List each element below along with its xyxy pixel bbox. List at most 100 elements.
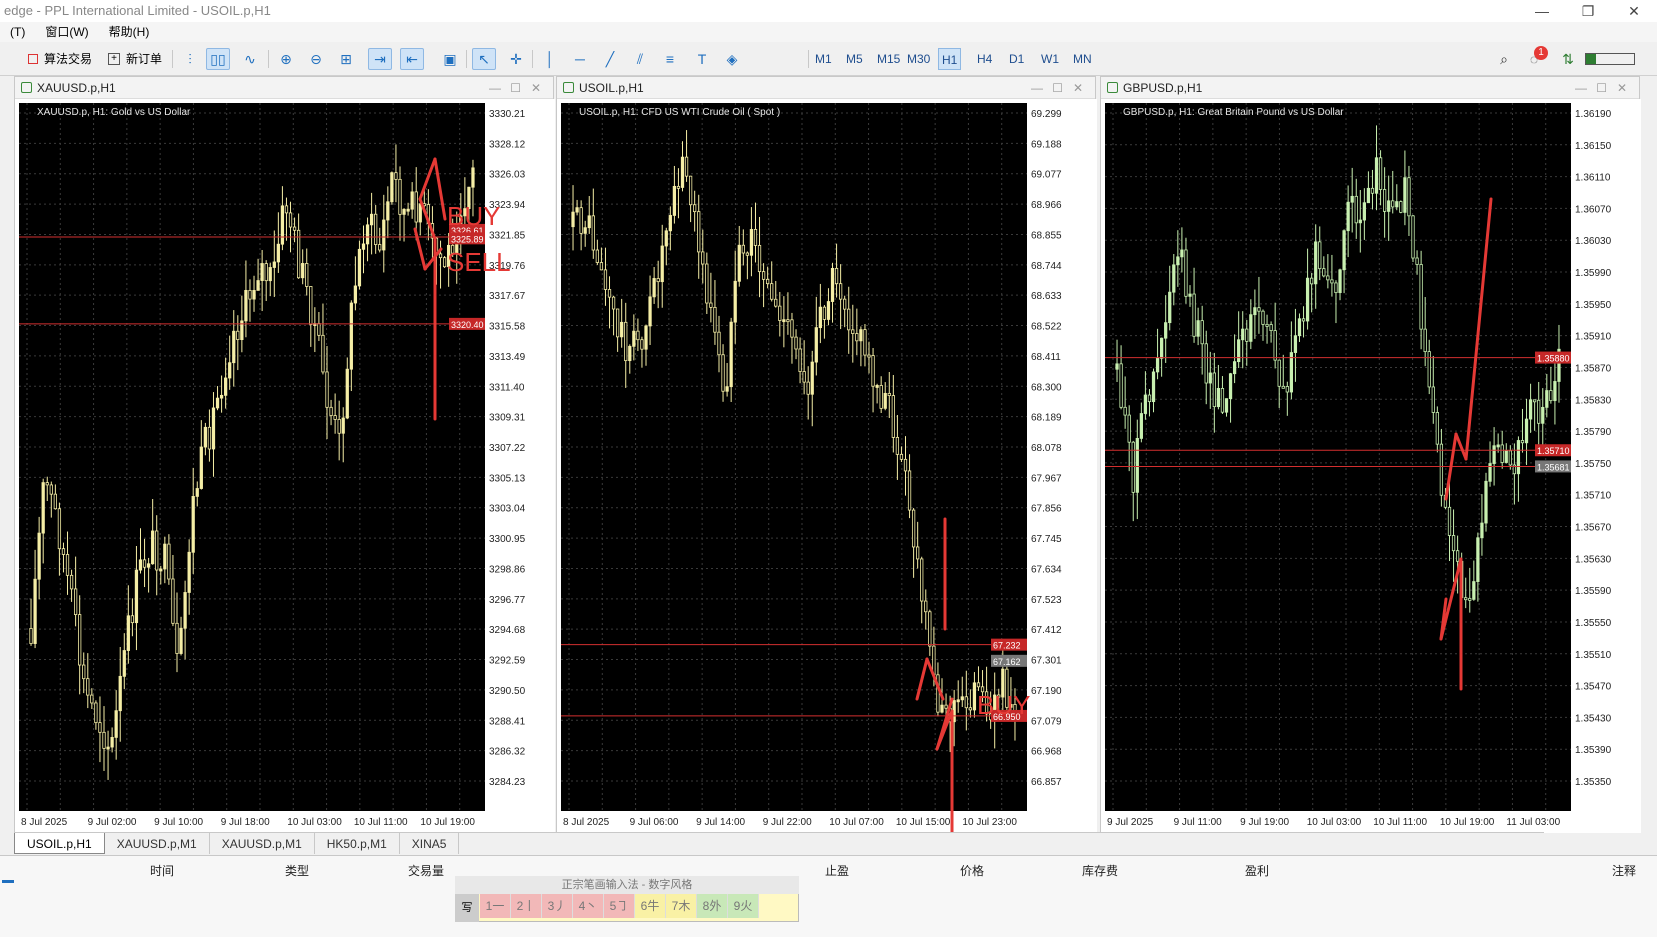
candle-body: [1322, 268, 1326, 277]
algo-trading-button[interactable]: 算法交易: [28, 49, 92, 69]
candle-body: [1528, 399, 1533, 420]
window-close-icon[interactable]: ✕: [1073, 77, 1083, 99]
ime-title: 正宗笔画输入法 - 数字风格: [455, 876, 799, 894]
shapes-icon[interactable]: ◈: [720, 48, 744, 70]
candle-body: [155, 530, 159, 571]
time-label: 9 Jul 22:00: [763, 817, 812, 828]
column-header-type[interactable]: 类型: [285, 862, 309, 879]
candle-body: [960, 696, 964, 701]
vertical-line-icon[interactable]: │: [538, 48, 562, 70]
candle-body: [660, 245, 664, 283]
ime-candidate[interactable]: 6牛: [635, 894, 666, 918]
candle-body: [664, 230, 668, 247]
candle-body: [438, 253, 443, 259]
terminal-panel: 时间 类型 交易量 止盈 价格 库存费 盈利 注释: [0, 855, 1657, 937]
candle-body: [749, 228, 754, 256]
chart-window-usoil[interactable]: USOIL.p,H1 — ☐ ✕ 69.299 69.188 69.077 68.96…: [556, 76, 1097, 833]
price-tag-label: 1.35681: [1537, 462, 1570, 472]
window-minimize-icon[interactable]: —: [1575, 77, 1587, 99]
column-header-profit[interactable]: 盈利: [1245, 862, 1269, 879]
column-header-take-profit[interactable]: 止盈: [825, 862, 849, 879]
fibonacci-icon[interactable]: ≡: [658, 48, 682, 70]
bar-chart-icon[interactable]: ⫶: [178, 48, 202, 70]
symbol-tab[interactable]: XINA5: [400, 833, 460, 854]
window-minimize-icon[interactable]: —: [1031, 77, 1043, 99]
column-header-time[interactable]: 时间: [150, 862, 174, 879]
ime-candidate[interactable]: 5㇆: [604, 894, 635, 918]
auto-scroll-icon[interactable]: ⇥: [368, 48, 392, 70]
ime-candidate[interactable]: 4丶: [573, 894, 604, 918]
menu-tools[interactable]: (T): [0, 22, 35, 42]
candle-body: [822, 306, 827, 320]
price-chart-gbpusd[interactable]: 1.36190 1.36150 1.36110 1.36070 1.36030 1.359…: [1101, 99, 1641, 833]
timeframe-w1[interactable]: W1: [1038, 48, 1062, 70]
candle-body: [1147, 394, 1152, 403]
new-order-button[interactable]: + 新订单: [108, 49, 162, 69]
ime-candidate[interactable]: 9火: [728, 894, 759, 918]
chart-shift-icon[interactable]: ⇤: [400, 48, 424, 70]
candle-body: [45, 482, 49, 486]
ime-candidate[interactable]: 2丨: [511, 894, 542, 918]
screenshot-icon[interactable]: ▣: [438, 48, 462, 70]
candle-body: [770, 283, 774, 300]
timeframe-m1[interactable]: M1: [812, 48, 835, 70]
ime-candidate[interactable]: 7木: [666, 894, 697, 918]
cursor-icon[interactable]: ↖: [472, 48, 496, 70]
price-label: 1.35670: [1575, 523, 1612, 534]
candle-body: [611, 296, 616, 310]
timeframe-h1[interactable]: H1: [938, 48, 962, 70]
timeframe-m15[interactable]: M15: [874, 48, 903, 70]
column-header-volume[interactable]: 交易量: [408, 862, 444, 879]
column-header-comment[interactable]: 注释: [1612, 862, 1636, 879]
minimize-button[interactable]: —: [1519, 0, 1565, 22]
timeframe-m30[interactable]: M30: [904, 48, 933, 70]
window-minimize-icon[interactable]: —: [489, 77, 501, 99]
price-label: 3300.95: [489, 534, 526, 545]
tile-windows-icon[interactable]: ⊞: [334, 48, 358, 70]
candle-body: [599, 262, 604, 271]
zoom-out-icon[interactable]: ⊖: [304, 48, 328, 70]
horizontal-line-icon[interactable]: ─: [568, 48, 592, 70]
symbol-tab[interactable]: USOIL.p,H1: [14, 833, 105, 854]
chart-icon: [1107, 82, 1118, 93]
candlestick-icon[interactable]: ▯▯: [206, 48, 230, 70]
price-chart-usoil[interactable]: 69.299 69.188 69.077 68.966 68.855 68.744 68.6…: [557, 99, 1097, 833]
menu-window[interactable]: 窗口(W): [35, 22, 98, 42]
zoom-in-icon[interactable]: ⊕: [274, 48, 298, 70]
ime-candidate[interactable]: 3丿: [542, 894, 573, 918]
symbol-tab[interactable]: HK50.p,M1: [315, 833, 400, 854]
timeframe-m5[interactable]: M5: [843, 48, 866, 70]
price-label: 1.36150: [1575, 141, 1612, 152]
timeframe-mn[interactable]: MN: [1070, 48, 1095, 70]
window-close-icon[interactable]: ✕: [1617, 77, 1627, 99]
symbol-tab[interactable]: XAUUSD.p,M1: [210, 833, 315, 854]
time-label: 9 Jul 14:00: [696, 817, 745, 828]
column-header-swap[interactable]: 库存费: [1082, 862, 1118, 879]
price-chart-xauusd[interactable]: 3330.213328.123326.033323.943321.853319.…: [15, 99, 555, 833]
window-close-icon[interactable]: ✕: [531, 77, 541, 99]
trendline-icon[interactable]: ╱: [598, 48, 622, 70]
window-maximize-icon[interactable]: ☐: [1596, 77, 1607, 99]
chart-window-gbpusd[interactable]: GBPUSD.p,H1 — ☐ ✕ 1.36190 1.36150 1.36110 1…: [1100, 76, 1641, 833]
timeframe-h4[interactable]: H4: [974, 48, 995, 70]
column-header-price[interactable]: 价格: [960, 862, 984, 879]
menu-help[interactable]: 帮助(H): [99, 22, 160, 42]
channel-icon[interactable]: ⫽: [628, 48, 652, 70]
symbol-tab[interactable]: XAUUSD.p,M1: [105, 833, 210, 854]
candle-body: [232, 330, 236, 364]
candle-body: [361, 243, 366, 250]
restore-button[interactable]: ❐: [1565, 0, 1611, 22]
search-icon[interactable]: ⌕: [1492, 48, 1516, 70]
ime-candidate[interactable]: 8外: [697, 894, 728, 918]
chart-window-xauusd[interactable]: XAUUSD.p,H1 — ☐ ✕ 3330.21 3328.12 3326.03 3…: [14, 76, 555, 833]
window-maximize-icon[interactable]: ☐: [1052, 77, 1063, 99]
window-maximize-icon[interactable]: ☐: [510, 77, 521, 99]
candle-body: [414, 191, 418, 223]
text-icon[interactable]: T: [690, 48, 714, 70]
candle-body: [1301, 318, 1306, 322]
ime-candidate[interactable]: 1一: [480, 894, 511, 918]
close-button[interactable]: ✕: [1611, 0, 1657, 22]
timeframe-d1[interactable]: D1: [1006, 48, 1027, 70]
crosshair-icon[interactable]: ✛: [504, 48, 528, 70]
line-chart-icon[interactable]: ∿: [238, 48, 262, 70]
